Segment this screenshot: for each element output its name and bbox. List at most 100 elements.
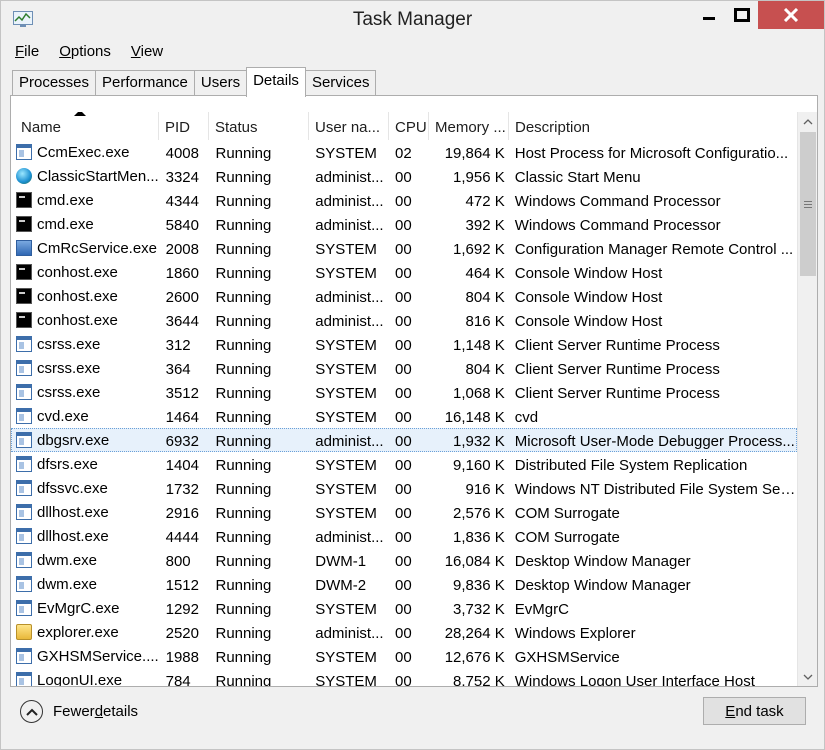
- process-name: cvd.exe: [37, 407, 89, 425]
- table-row[interactable]: CcmExec.exe 4008 Running SYSTEM 02 19,864 K Ho…: [11, 140, 797, 164]
- close-icon: [783, 8, 799, 22]
- process-cpu: 00: [395, 577, 412, 594]
- table-row[interactable]: dfsrs.exe 1404 Running SYSTEM 00 9,160 K Distr…: [11, 452, 797, 476]
- table-row[interactable]: conhost.exe 3644 Running administ... 00 816 K…: [11, 308, 797, 332]
- process-description: cvd: [514, 409, 539, 426]
- process-name-cell: GXHSMService....: [12, 645, 160, 667]
- table-row[interactable]: dbgsrv.exe 6932 Running administ... 00 1,932 …: [11, 428, 797, 452]
- process-name: EvMgrC.exe: [37, 599, 120, 617]
- table-row[interactable]: ClassicStartMen... 3324 Running administ...…: [11, 164, 797, 188]
- table-row[interactable]: EvMgrC.exe 1292 Running SYSTEM 00 3,732 K EvMg…: [11, 596, 797, 620]
- maximize-button[interactable]: [726, 1, 758, 29]
- process-memory: 1,932 K: [453, 433, 505, 450]
- menu-view[interactable]: View: [119, 40, 171, 64]
- table-row[interactable]: GXHSMService.... 1988 Running SYSTEM 00 12,67…: [11, 644, 797, 668]
- end-task-button[interactable]: End task: [703, 697, 806, 725]
- process-memory: 392 K: [465, 217, 505, 234]
- process-pid: 364: [165, 361, 191, 378]
- table-row[interactable]: dwm.exe 1512 Running DWM-2 00 9,836 K Desktop …: [11, 572, 797, 596]
- table-row[interactable]: explorer.exe 2520 Running administ... 00 28,2…: [11, 620, 797, 644]
- process-description: Console Window Host: [514, 265, 663, 282]
- column-header-memory[interactable]: Memory ...: [429, 112, 509, 140]
- process-cpu: 00: [395, 337, 412, 354]
- process-user: SYSTEM: [315, 409, 377, 426]
- vertical-scrollbar[interactable]: [797, 112, 817, 686]
- title-bar[interactable]: Task Manager: [1, 1, 824, 39]
- process-status: Running: [215, 505, 272, 522]
- tab-performance[interactable]: Performance: [95, 70, 195, 96]
- process-cpu: 00: [395, 265, 412, 282]
- process-description: Console Window Host: [514, 313, 663, 330]
- table-row[interactable]: cmd.exe 4344 Running administ... 00 472 K Wind…: [11, 188, 797, 212]
- process-memory: 2,576 K: [453, 505, 505, 522]
- process-cpu: 00: [395, 361, 412, 378]
- process-user: SYSTEM: [315, 361, 377, 378]
- process-status: Running: [215, 313, 272, 330]
- process-description: Host Process for Microsoft Configuratio.…: [514, 145, 789, 162]
- table-row[interactable]: cvd.exe 1464 Running SYSTEM 00 16,148 K cvd: [11, 404, 797, 428]
- process-status: Running: [215, 409, 272, 426]
- process-user: administ...: [315, 289, 384, 306]
- table-row[interactable]: LogonUI.exe 784 Running SYSTEM 00 8,752 K Wind…: [11, 668, 797, 686]
- process-status: Running: [215, 193, 272, 210]
- process-memory: 1,068 K: [453, 385, 505, 402]
- window-icon: [16, 528, 32, 544]
- column-header-status[interactable]: Status: [209, 112, 309, 140]
- process-user: administ...: [315, 217, 384, 234]
- process-status: Running: [215, 217, 272, 234]
- footer: Fewer d etails End task: [1, 689, 824, 749]
- menu-bar: File Options View: [1, 40, 824, 64]
- table-row[interactable]: csrss.exe 3512 Running SYSTEM 00 1,068 K Clien…: [11, 380, 797, 404]
- menu-options[interactable]: Options: [47, 40, 119, 64]
- grip-icon: [804, 200, 812, 208]
- scroll-down-button[interactable]: [798, 667, 817, 686]
- process-user: administ...: [315, 193, 384, 210]
- menu-file[interactable]: File: [1, 40, 47, 64]
- process-status: Running: [215, 529, 272, 546]
- process-description: COM Surrogate: [514, 505, 620, 522]
- table-row[interactable]: conhost.exe 2600 Running administ... 00 804 K…: [11, 284, 797, 308]
- process-status: Running: [215, 625, 272, 642]
- process-name: csrss.exe: [37, 383, 101, 401]
- scroll-thumb[interactable]: [800, 132, 816, 276]
- tab-details[interactable]: Details: [246, 67, 306, 97]
- process-name-cell: CmRcService.exe: [12, 237, 160, 259]
- table-row[interactable]: dwm.exe 800 Running DWM-1 00 16,084 K Desktop …: [11, 548, 797, 572]
- table-row[interactable]: dfssvc.exe 1732 Running SYSTEM 00 916 K Window…: [11, 476, 797, 500]
- tab-processes[interactable]: Processes: [12, 70, 97, 96]
- process-memory: 1,692 K: [453, 241, 505, 258]
- column-header-user[interactable]: User na...: [309, 112, 389, 140]
- tab-services[interactable]: Services: [304, 70, 377, 96]
- process-name: CmRcService.exe: [37, 239, 158, 257]
- process-description: Windows Command Processor: [514, 217, 721, 234]
- table-row[interactable]: conhost.exe 1860 Running SYSTEM 00 464 K Conso…: [11, 260, 797, 284]
- fewer-details-button[interactable]: Fewer d etails: [20, 700, 138, 723]
- scroll-up-button[interactable]: [798, 112, 817, 131]
- table-row[interactable]: csrss.exe 364 Running SYSTEM 00 804 K Client S…: [11, 356, 797, 380]
- process-pid: 2600: [165, 289, 199, 306]
- column-header-cpu[interactable]: CPU: [389, 112, 429, 140]
- table-row[interactable]: csrss.exe 312 Running SYSTEM 00 1,148 K Client…: [11, 332, 797, 356]
- minimize-button[interactable]: [692, 1, 726, 29]
- table-row[interactable]: CmRcService.exe 2008 Running SYSTEM 00 1,692 …: [11, 236, 797, 260]
- column-header-name[interactable]: Name: [11, 112, 159, 140]
- table-row[interactable]: cmd.exe 5840 Running administ... 00 392 K Wind…: [11, 212, 797, 236]
- remote-control-icon: [16, 240, 32, 256]
- column-header-description[interactable]: Description: [509, 112, 797, 140]
- process-memory: 19,864 K: [444, 145, 505, 162]
- table-row[interactable]: dllhost.exe 2916 Running SYSTEM 00 2,576 K COM…: [11, 500, 797, 524]
- column-header-pid[interactable]: PID: [159, 112, 209, 140]
- table-row[interactable]: dllhost.exe 4444 Running administ... 00 1,836…: [11, 524, 797, 548]
- process-cpu: 00: [395, 625, 412, 642]
- close-button[interactable]: [758, 1, 824, 29]
- process-status: Running: [215, 337, 272, 354]
- process-description: Client Server Runtime Process: [514, 385, 720, 402]
- window-icon: [16, 360, 32, 376]
- process-name: dbgsrv.exe: [37, 431, 110, 449]
- process-name: cmd.exe: [37, 215, 94, 233]
- process-status: Running: [215, 385, 272, 402]
- process-pid: 2008: [165, 241, 199, 258]
- tab-users[interactable]: Users: [193, 70, 248, 96]
- process-name: conhost.exe: [37, 311, 118, 329]
- process-memory: 816 K: [465, 313, 505, 330]
